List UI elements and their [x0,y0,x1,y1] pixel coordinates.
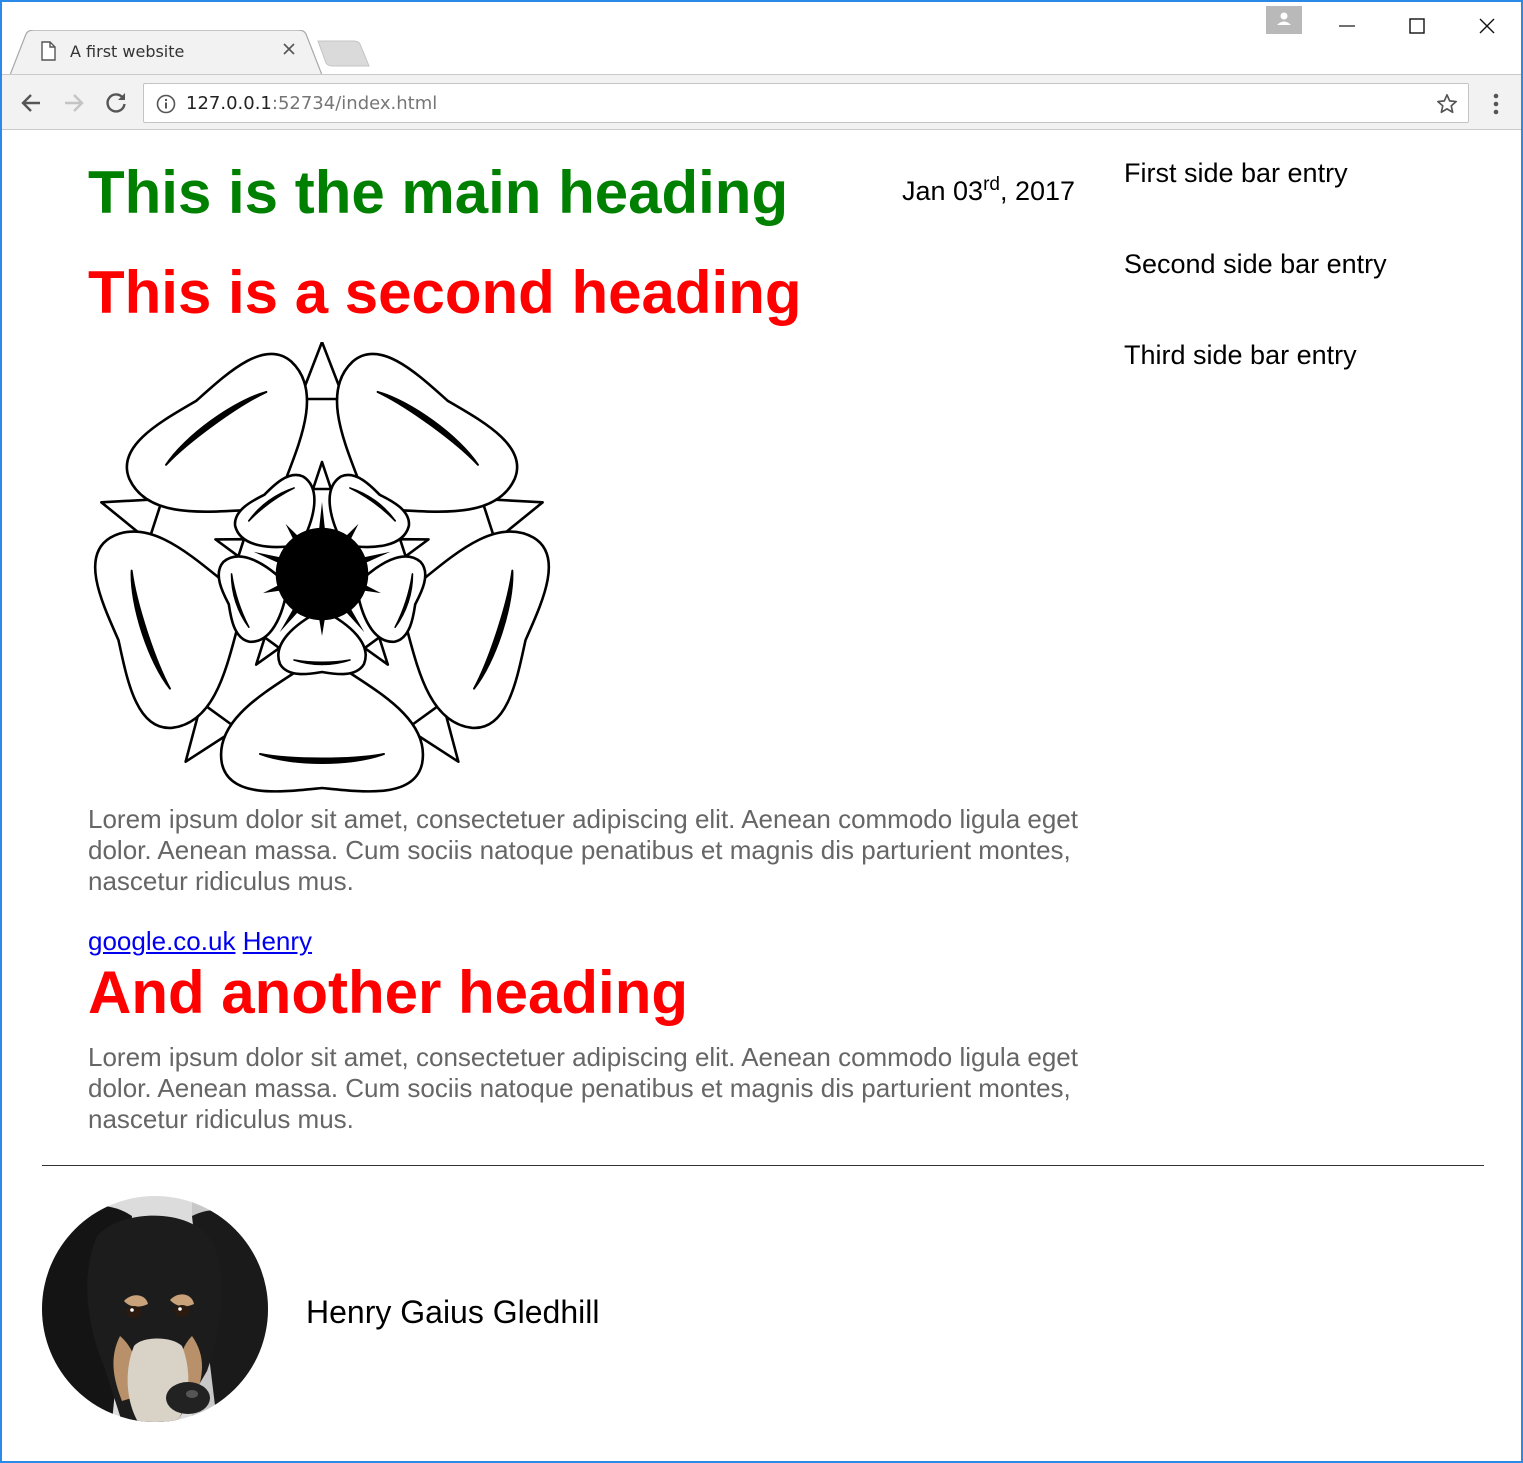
kebab-menu-icon[interactable] [1486,91,1506,117]
minimize-icon [1339,25,1355,27]
window-close-button[interactable] [1452,2,1521,52]
reload-icon [106,93,126,113]
page-icon [40,41,56,66]
author-name: Henry Gaius Gledhill [306,1294,600,1330]
rose-image [93,342,551,793]
third-heading: And another heading [88,959,688,1026]
address-bar[interactable]: 127.0.0.1:52734/index.html [143,83,1469,123]
page-content: This is the main heading Jan 03rd, 2017 … [2,130,1521,1461]
forward-arrow-icon [65,94,84,112]
maximize-button[interactable] [1382,2,1452,52]
star-icon[interactable] [1436,93,1458,120]
body-paragraph-1: Lorem ipsum dolor sit amet, consectetuer… [88,804,1078,896]
forward-button[interactable] [59,89,87,117]
link-row: google.co.uk Henry [88,926,312,957]
avatar [42,1196,268,1422]
sidebar-entry-second: Second side bar entry [1124,249,1387,279]
post-date: Jan 03rd, 2017 [902,174,1076,207]
divider [42,1165,1484,1166]
date-day: Jan 03 [902,176,984,206]
minimize-button[interactable] [1312,2,1382,52]
reload-button[interactable] [102,89,130,117]
date-ordinal: rd [983,174,1000,195]
close-icon[interactable] [282,42,296,61]
info-icon[interactable] [156,94,176,119]
date-year: , 2017 [999,176,1076,206]
body-paragraph-2: Lorem ipsum dolor sit amet, consectetuer… [88,1042,1078,1134]
tab-title: A first website [70,42,185,61]
back-arrow-icon [21,94,40,112]
sidebar-entry-third: Third side bar entry [1124,340,1357,370]
new-tab-button[interactable] [314,40,372,73]
second-heading: This is a second heading [88,259,802,326]
url-path: :52734/index.html [271,93,438,114]
maximize-icon [1409,18,1425,34]
google-link[interactable]: google.co.uk [88,926,235,956]
close-icon [1479,18,1495,34]
url-text[interactable]: 127.0.0.1:52734/index.html [186,93,437,114]
tab-strip: A first website [2,2,1521,76]
profile-icon[interactable] [1266,6,1302,34]
main-heading: This is the main heading [88,159,789,226]
url-host: 127.0.0.1 [186,93,272,114]
browser-window: A first website 127.0.0.1:52734/index.ht… [0,0,1523,1463]
browser-toolbar: 127.0.0.1:52734/index.html [2,74,1521,130]
back-button[interactable] [18,89,46,117]
tab-active[interactable]: A first website [10,30,322,76]
sidebar-entry-first: First side bar entry [1124,158,1348,188]
henry-link[interactable]: Henry [243,926,312,956]
